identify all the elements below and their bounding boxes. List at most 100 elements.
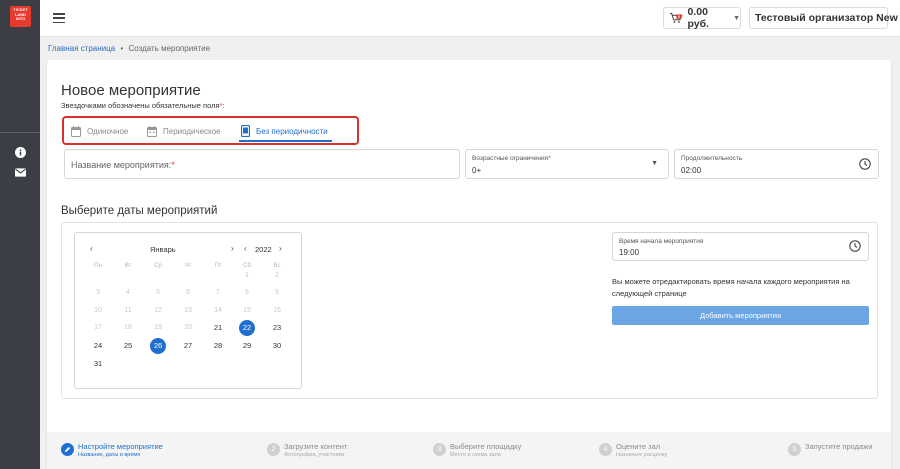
mail-icon[interactable]	[12, 164, 28, 180]
duration-label: Продолжительность	[681, 155, 743, 162]
calendar-weekday: Вт	[124, 263, 132, 269]
start-time-field[interactable]: Время начала мероприятия 19:00	[612, 232, 869, 261]
calendar-month: Январь	[150, 245, 176, 254]
active-tab-indicator	[239, 140, 332, 142]
calendar-day: 11	[124, 307, 132, 314]
calendar-day: 7	[216, 289, 220, 296]
calendar-weekday: Пн	[94, 263, 102, 269]
calendar-day: 8	[245, 289, 249, 296]
tab-periodic[interactable]: Периодическое	[147, 124, 221, 138]
clock-icon[interactable]	[849, 240, 861, 252]
next-month-icon[interactable]: ›	[231, 244, 234, 253]
calendar-day[interactable]: 31	[88, 356, 108, 372]
step-title[interactable]: Настройте мероприятие	[78, 442, 163, 451]
calendar-day: 9	[275, 289, 279, 296]
age-restriction-select[interactable]: Возрастные ограничения* 0+ ▼	[465, 149, 669, 179]
calendar-day[interactable]: 24	[88, 338, 108, 354]
prev-month-icon[interactable]: ‹	[90, 244, 93, 253]
sidebar-divider	[0, 132, 40, 133]
calendar-day: 18	[124, 324, 132, 331]
calendar-day[interactable]: 29	[237, 338, 257, 354]
calendar-day: 5	[156, 289, 160, 296]
calendar-day: 19	[154, 324, 162, 331]
prev-year-icon[interactable]: ‹	[244, 244, 247, 253]
calendar-day[interactable]: 23	[267, 320, 287, 336]
dates-section-title: Выберите даты мероприятий	[61, 205, 218, 217]
menu-icon[interactable]	[52, 11, 66, 25]
calendar-day: 10	[94, 307, 102, 314]
chevron-down-icon: ▼	[733, 14, 740, 22]
calendar-icon	[147, 125, 157, 137]
calendar-weekday: Пт	[214, 263, 222, 269]
step-title[interactable]: Загрузите контент	[284, 442, 347, 451]
phone-calendar-icon	[241, 125, 250, 137]
age-restriction-value: 0+	[472, 166, 482, 175]
calendar-day[interactable]: 25	[118, 338, 138, 354]
calendar-day[interactable]: 21	[208, 320, 228, 336]
next-year-icon[interactable]: ›	[279, 244, 282, 253]
tab-label: Одиночное	[87, 126, 129, 136]
calendar-day: 3	[96, 289, 100, 296]
calendar-day: 1	[245, 272, 249, 279]
calendar-day: 15	[243, 307, 251, 314]
breadcrumb: Главная страница • Создать мероприятие	[48, 44, 210, 53]
step-number: 2	[267, 443, 280, 456]
tab-label: Периодическое	[163, 126, 221, 136]
calendar-day[interactable]: 27	[178, 338, 198, 354]
organizer-name: Тестовый организатор New	[755, 12, 898, 24]
breadcrumb-current: Создать мероприятие	[128, 44, 211, 53]
duration-field[interactable]: Продолжительность 02:00	[674, 149, 879, 179]
tab-label: Без периодичности	[256, 126, 328, 136]
step-edit-icon	[61, 443, 74, 456]
event-name-placeholder: Название мероприятия:*	[71, 160, 175, 170]
cart-amount: 0.00 руб.	[687, 6, 709, 30]
calendar-day-selected[interactable]: 22	[239, 320, 255, 336]
calendar-day[interactable]: 30	[267, 338, 287, 354]
age-restriction-label: Возрастные ограничения*	[472, 155, 551, 162]
calendar-day: 14	[214, 307, 222, 314]
step-title[interactable]: Выберите площадку	[450, 442, 521, 451]
calendar-day-selected[interactable]: 26	[150, 338, 166, 354]
calendar-day: 20	[184, 324, 192, 331]
duration-value: 02:00	[681, 166, 702, 175]
step-subtitle: Название, даты и время	[78, 452, 141, 458]
cart-icon: 0	[669, 12, 683, 23]
step-number: 3	[433, 443, 446, 456]
calendar-day: 4	[126, 289, 130, 296]
step-subtitle: Фотографии, участники	[284, 452, 345, 458]
calendar-day: 2	[275, 272, 279, 279]
step-subtitle: Место и схема зала	[450, 452, 501, 458]
start-time-label: Время начала мероприятия	[619, 238, 704, 245]
calendar-day: 16	[273, 307, 281, 314]
dropdown-arrow-icon: ▼	[651, 160, 658, 167]
clock-icon[interactable]	[859, 158, 871, 170]
add-events-button[interactable]: Добавить мероприятия	[612, 306, 869, 325]
start-time-value: 19:00	[619, 248, 640, 257]
page-title: Новое мероприятие	[61, 82, 201, 99]
calendar-day: 17	[94, 324, 102, 331]
sidebar: TICKET LAND INTO	[0, 0, 40, 469]
cart-dropdown[interactable]: 0 0.00 руб. ▼	[663, 6, 741, 30]
calendar-day[interactable]: 28	[208, 338, 228, 354]
required-note: Звездочками обозначены обязательные поля…	[61, 101, 225, 110]
breadcrumb-separator: •	[120, 44, 124, 53]
step-subtitle: Назначьте расценку	[616, 452, 668, 458]
tab-single[interactable]: Одиночное	[71, 124, 128, 138]
calendar-icon	[71, 125, 81, 137]
start-time-hint: Вы можете отредактировать время начала к…	[612, 277, 850, 298]
organizer-dropdown[interactable]: Тестовый организатор New ▼	[749, 7, 898, 29]
top-bar: 0 0.00 руб. ▼ Тестовый организатор New ▼	[40, 0, 900, 37]
calendar-day: 12	[154, 307, 162, 314]
calendar-weekday: Ср	[154, 263, 162, 269]
svg-text:0: 0	[678, 15, 680, 19]
calendar-day: 13	[184, 307, 192, 314]
step-title[interactable]: Оцените зал	[616, 442, 660, 451]
step-number: 5	[788, 443, 801, 456]
calendar-day: 6	[186, 289, 190, 296]
tab-no-periodicity[interactable]: Без периодичности	[241, 124, 328, 138]
step-title[interactable]: Запустите продажи	[805, 442, 872, 451]
info-icon[interactable]	[12, 144, 28, 160]
event-name-field[interactable]: Название мероприятия:*	[64, 149, 460, 179]
brand-logo[interactable]: TICKET LAND INTO	[10, 6, 31, 27]
breadcrumb-home-link[interactable]: Главная страница	[48, 44, 115, 53]
